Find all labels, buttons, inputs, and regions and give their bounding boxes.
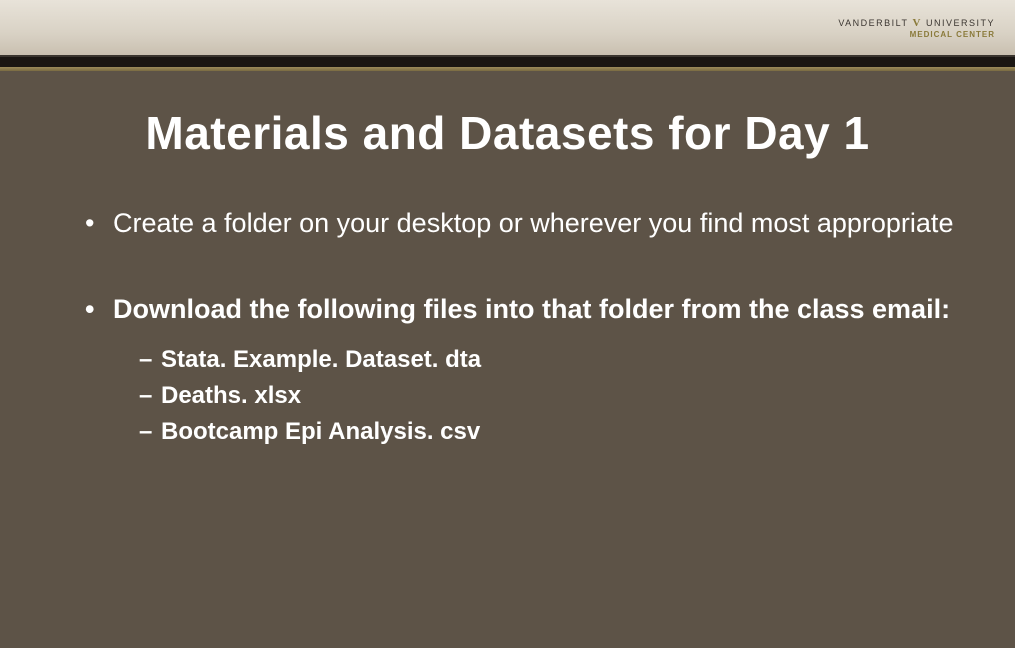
divider-band	[0, 55, 1015, 71]
logo-v-icon: V	[913, 17, 922, 29]
sub-bullet-item: Deaths. xlsx	[139, 378, 955, 414]
logo-text-university: UNIVERSITY	[926, 18, 995, 28]
bullet-list: Create a folder on your desktop or where…	[60, 205, 955, 450]
sub-bullet-item: Bootcamp Epi Analysis. csv	[139, 414, 955, 450]
logo-bottom-line: MEDICAL CENTER	[838, 30, 995, 39]
logo-top-line: VANDERBILT V UNIVERSITY	[838, 17, 995, 29]
sub-bullet-item: Stata. Example. Dataset. dta	[139, 342, 955, 378]
header-band: VANDERBILT V UNIVERSITY MEDICAL CENTER	[0, 0, 1015, 55]
sub-bullet-text: Bootcamp Epi Analysis. csv	[161, 418, 480, 445]
logo: VANDERBILT V UNIVERSITY MEDICAL CENTER	[838, 17, 995, 39]
bullet-text: Download the following files into that f…	[113, 294, 950, 324]
bullet-text: Create a folder on your desktop or where…	[113, 208, 953, 238]
sub-bullet-text: Stata. Example. Dataset. dta	[161, 346, 481, 373]
slide-content: Materials and Datasets for Day 1 Create …	[0, 71, 1015, 450]
bullet-item: Create a folder on your desktop or where…	[85, 205, 955, 241]
slide-title: Materials and Datasets for Day 1	[60, 106, 955, 160]
sub-bullet-text: Deaths. xlsx	[161, 382, 301, 409]
sub-bullet-list: Stata. Example. Dataset. dta Deaths. xls…	[113, 342, 955, 450]
logo-text-vanderbilt: VANDERBILT	[838, 18, 908, 28]
bullet-item: Download the following files into that f…	[85, 291, 955, 449]
